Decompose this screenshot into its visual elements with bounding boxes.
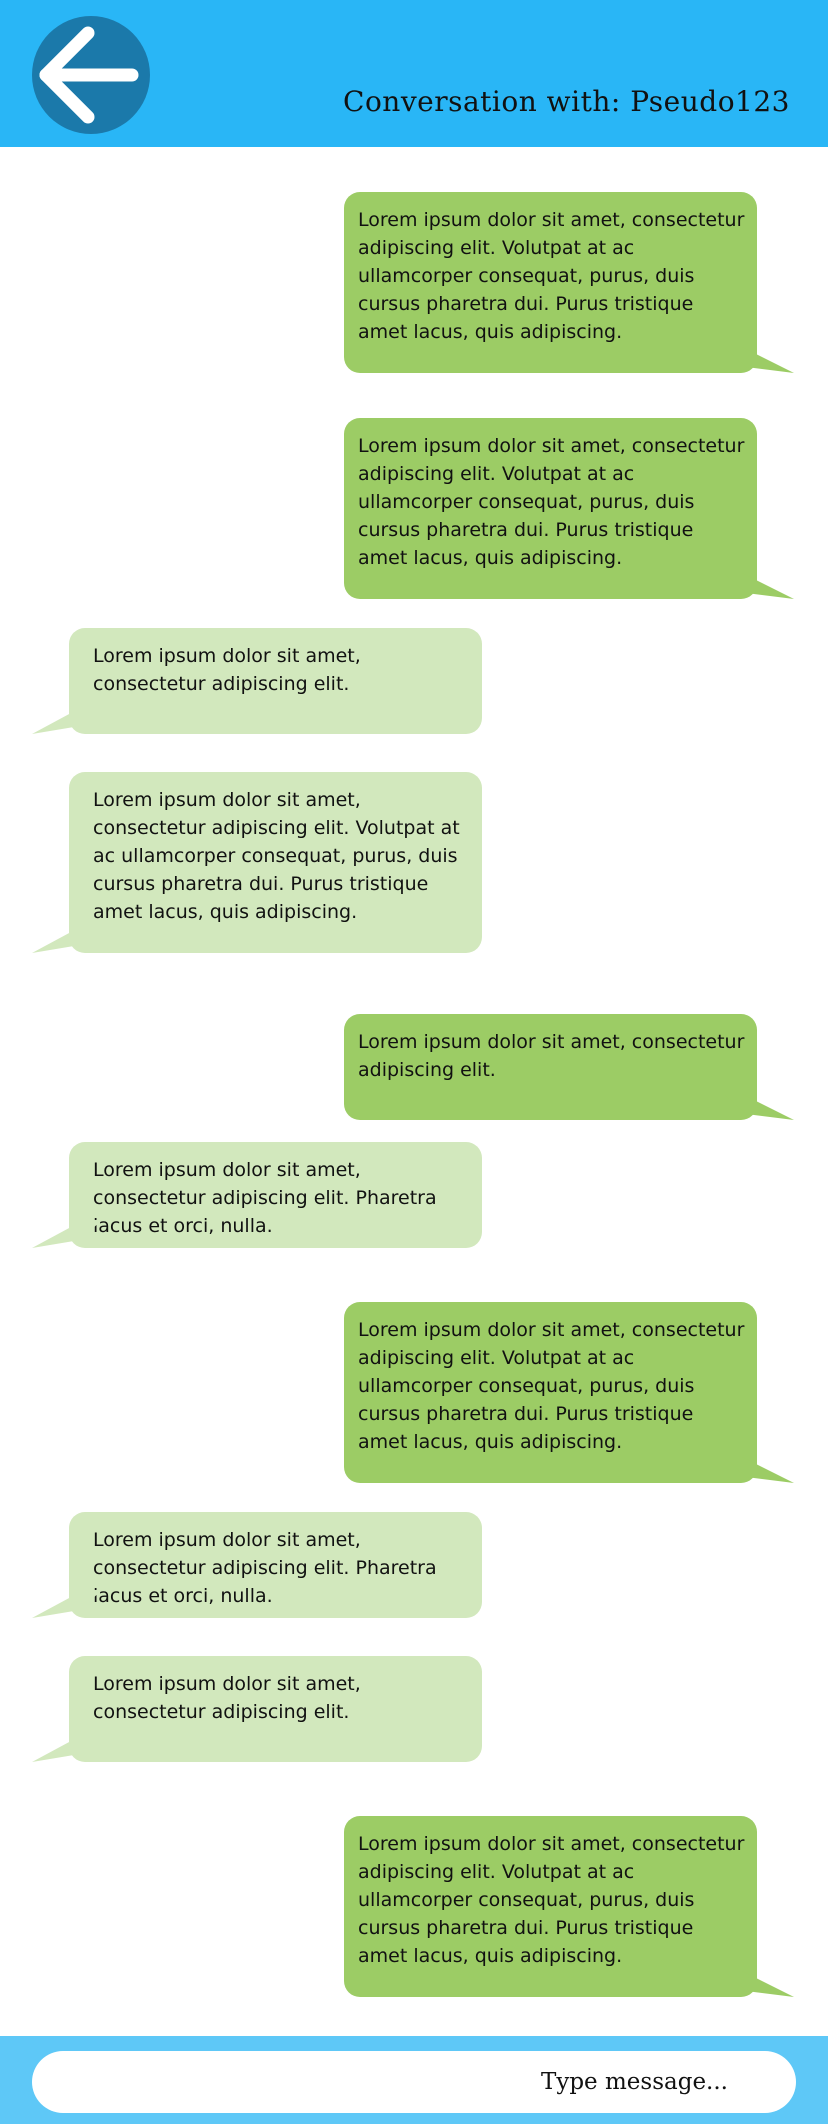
message-text: Lorem ipsum dolor sit amet, consectetur … <box>93 789 460 923</box>
message-bubble-sent: Lorem ipsum dolor sit amet, consectetur … <box>344 1014 794 1120</box>
bubble-tail <box>32 1734 102 1762</box>
bubble-tail <box>724 1971 794 1997</box>
message-text: Lorem ipsum dolor sit amet, consectetur … <box>93 645 361 695</box>
header-bar: Conversation with: Pseudo123 <box>0 0 828 147</box>
bubble-tail <box>724 347 794 373</box>
message-bubble-received: Lorem ipsum dolor sit amet, consectetur … <box>32 772 482 953</box>
message-bubble-received: Lorem ipsum dolor sit amet, consectetur … <box>32 628 482 734</box>
message-input[interactable]: Type message... <box>32 2051 796 2113</box>
bubble-tail <box>32 925 102 953</box>
bubble-tail <box>724 1457 794 1483</box>
message-bubble-received: Lorem ipsum dolor sit amet, consectetur … <box>32 1512 482 1618</box>
bubble-tail <box>32 1220 102 1248</box>
message-bubble-sent: Lorem ipsum dolor sit amet, consectetur … <box>344 192 794 373</box>
bubble-tail <box>724 1094 794 1120</box>
message-text: Lorem ipsum dolor sit amet, consectetur … <box>358 435 745 569</box>
message-text: Lorem ipsum dolor sit amet, consectetur … <box>93 1159 437 1237</box>
bubble-tail <box>724 573 794 599</box>
message-text: Lorem ipsum dolor sit amet, consectetur … <box>358 1319 745 1453</box>
conversation-title: Conversation with: Pseudo123 <box>343 85 790 118</box>
message-bubble-sent: Lorem ipsum dolor sit amet, consectetur … <box>344 418 794 599</box>
message-text: Lorem ipsum dolor sit amet, consectetur … <box>93 1673 361 1723</box>
bubble-tail <box>32 706 102 734</box>
back-button[interactable] <box>32 16 150 134</box>
arrow-left-icon <box>39 26 139 124</box>
message-bubble-sent: Lorem ipsum dolor sit amet, consectetur … <box>344 1302 794 1483</box>
message-bubble-sent: Lorem ipsum dolor sit amet, consectetur … <box>344 1816 794 1997</box>
message-bubble-received: Lorem ipsum dolor sit amet, consectetur … <box>32 1142 482 1248</box>
message-text: Lorem ipsum dolor sit amet, consectetur … <box>358 1031 745 1081</box>
message-text: Lorem ipsum dolor sit amet, consectetur … <box>358 1833 745 1967</box>
message-text: Lorem ipsum dolor sit amet, consectetur … <box>358 209 745 343</box>
message-bubble-received: Lorem ipsum dolor sit amet, consectetur … <box>32 1656 482 1762</box>
bubble-tail <box>32 1590 102 1618</box>
message-text: Lorem ipsum dolor sit amet, consectetur … <box>93 1529 437 1607</box>
